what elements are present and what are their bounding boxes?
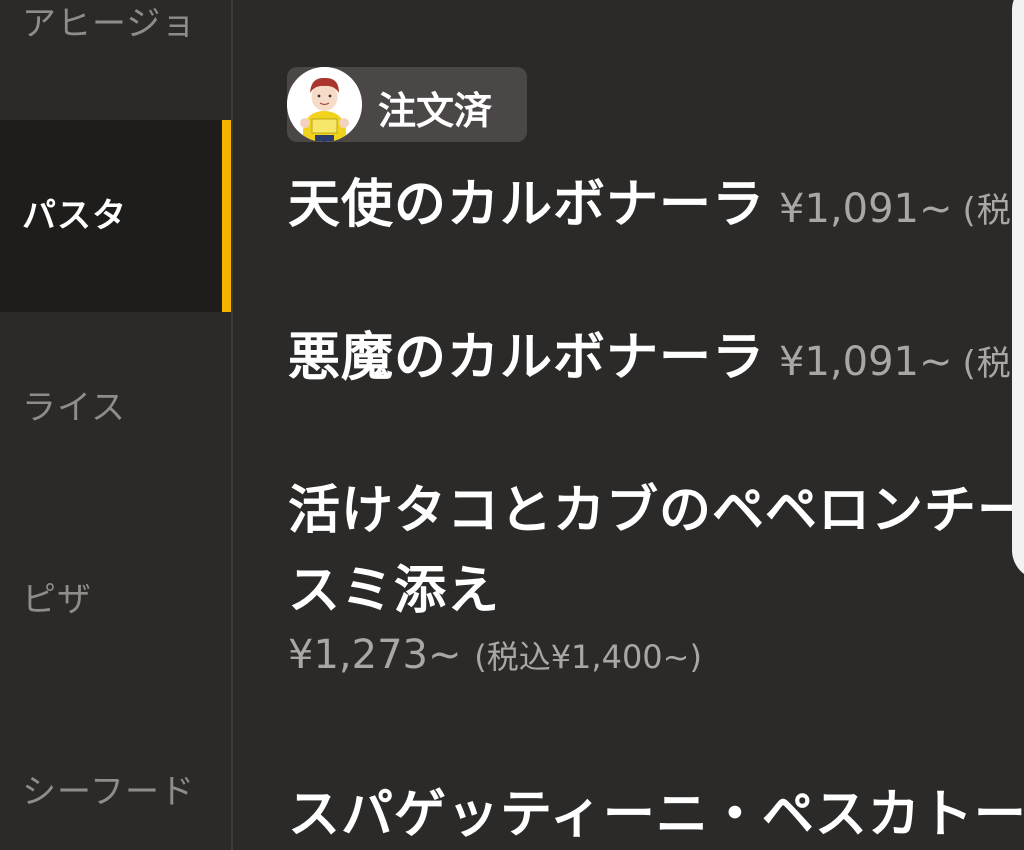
category-item-seafood[interactable]: シーフード: [0, 696, 231, 850]
avatar: [287, 67, 362, 142]
menu-item-price: ¥1,091~: [779, 186, 953, 232]
menu-item-name-line1[interactable]: 活けタコとカブのペペロンチー: [288, 468, 1024, 543]
menu-item[interactable]: スパゲッティーニ・ペスカトー: [288, 772, 1024, 847]
category-label: ピザ: [22, 580, 92, 620]
category-item-pasta[interactable]: パスタ: [0, 120, 231, 312]
category-label: ライス: [22, 388, 126, 428]
menu-item-name-line2[interactable]: スミ添え: [288, 548, 500, 623]
menu-item-price-line: ¥1,273~ (税込¥1,400~): [288, 632, 702, 678]
side-drawer-edge[interactable]: [1012, 0, 1024, 580]
menu-item-name: スパゲッティーニ・ペスカトー: [288, 785, 1024, 845]
menu-item-tax: (税: [962, 191, 1012, 231]
category-item-pizza[interactable]: ピザ: [0, 504, 231, 696]
character-avatar-icon: [287, 67, 362, 142]
menu-item-name: 天使のカルボナーラ: [288, 175, 766, 235]
menu-item-name: 悪魔のカルボナーラ: [288, 328, 766, 388]
app-root: アヒージョ パスタ ライス ピザ シーフード 注文済 天使のカルボナーラ ¥1,…: [0, 0, 1024, 850]
menu-item-price: ¥1,273~: [288, 632, 462, 678]
category-label: パスタ: [22, 196, 127, 236]
menu-list: 注文済 天使のカルボナーラ ¥1,091~ (税 悪魔のカルボナーラ ¥1,091~(…: [233, 0, 1024, 850]
category-item-rice[interactable]: ライス: [0, 312, 231, 504]
menu-item[interactable]: 悪魔のカルボナーラ ¥1,091~ (税: [288, 315, 1012, 390]
category-item-ajillo[interactable]: アヒージョ: [0, 0, 231, 56]
category-label: アヒージョ: [22, 4, 197, 44]
category-label: シーフード: [22, 772, 195, 812]
menu-item-tax: (税込¥1,400~): [474, 638, 702, 676]
menu-item[interactable]: 天使のカルボナーラ ¥1,091~ (税: [288, 162, 1012, 237]
menu-item-price: ¥1,091~: [779, 339, 953, 385]
ordered-label: 注文済: [378, 89, 493, 133]
menu-item-tax: (税: [962, 344, 1012, 384]
category-sidebar: アヒージョ パスタ ライス ピザ シーフード: [0, 0, 231, 850]
active-indicator: [222, 120, 231, 312]
